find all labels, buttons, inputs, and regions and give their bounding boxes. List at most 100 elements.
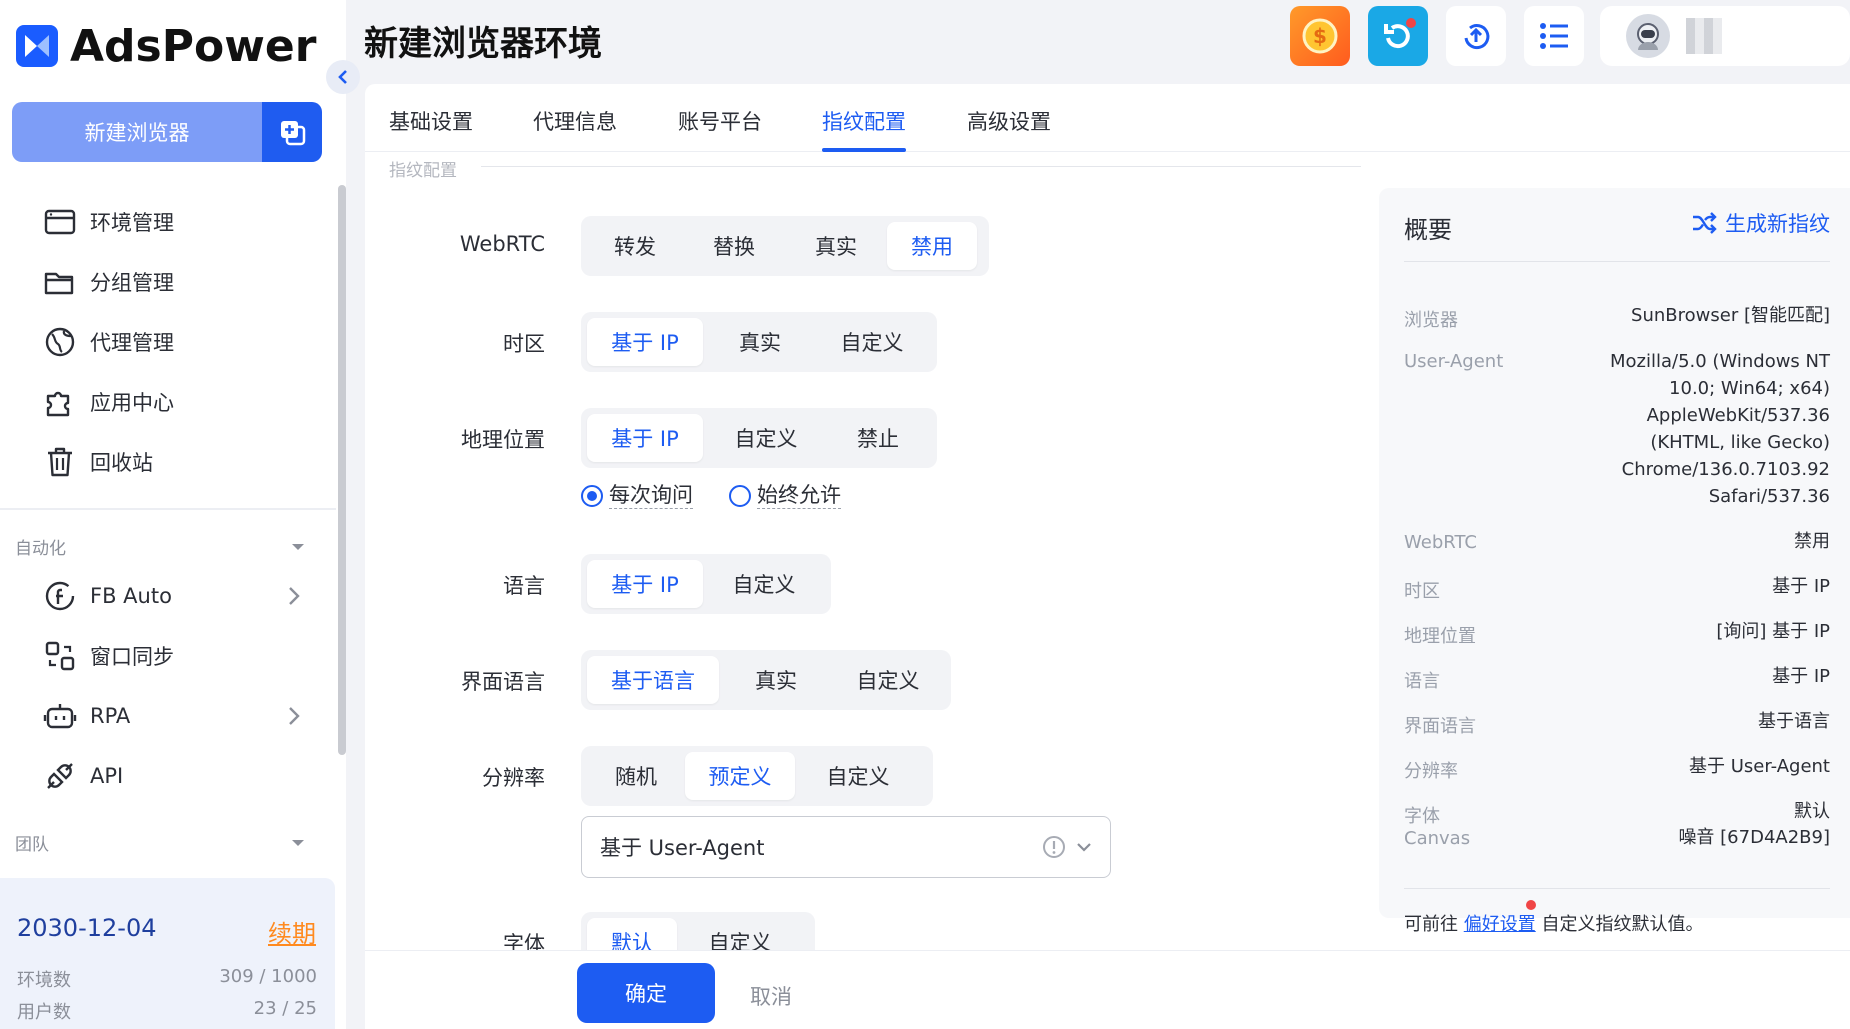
language-segmented: 基于 IP 自定义 — [581, 554, 831, 614]
globe-proxy-icon — [42, 324, 78, 360]
sidebar-item-fb-auto[interactable]: FB Auto — [42, 576, 300, 616]
ui-language-label: 界面语言 — [461, 670, 545, 694]
geolocation-option-block[interactable]: 禁止 — [829, 414, 927, 462]
sidebar-item-trash[interactable]: 回收站 — [42, 442, 153, 482]
profiles-count-row: 环境数 309 / 1000 — [17, 966, 317, 992]
resolution-option-random[interactable]: 随机 — [587, 752, 685, 800]
coin-icon: $ — [1302, 18, 1338, 54]
chevron-down-icon — [1077, 843, 1091, 852]
profiles-value: 309 / 1000 — [219, 966, 317, 987]
section-label: 指纹配置 — [389, 161, 457, 181]
tab-basic-settings[interactable]: 基础设置 — [389, 106, 473, 136]
overview-key-user-agent: User-Agent — [1404, 351, 1504, 372]
updates-button[interactable] — [1368, 6, 1428, 66]
chevron-left-icon — [338, 70, 347, 84]
tab-fingerprint[interactable]: 指纹配置 — [822, 106, 906, 136]
team-section-header[interactable]: 团队 — [15, 830, 305, 855]
radio-selected-icon — [581, 484, 603, 507]
timezone-option-real[interactable]: 真实 — [703, 318, 817, 366]
task-list-button[interactable] — [1524, 6, 1584, 66]
users-count-row: 用户数 23 / 25 — [17, 998, 317, 1024]
automation-section-header[interactable]: 自动化 — [15, 534, 305, 559]
cancel-button[interactable]: 取消 — [750, 981, 792, 1011]
astronaut-avatar-icon — [1637, 23, 1659, 50]
language-option-custom[interactable]: 自定义 — [703, 560, 825, 608]
ui-language-option-real[interactable]: 真实 — [719, 656, 833, 704]
new-browser-button[interactable]: 新建浏览器 — [12, 102, 262, 162]
brand-logo[interactable]: AdsPower — [16, 20, 317, 72]
timezone-option-custom[interactable]: 自定义 — [817, 318, 927, 366]
profiles-label: 环境数 — [17, 970, 71, 991]
avatar — [1626, 14, 1670, 58]
sidebar-item-window-sync[interactable]: 窗口同步 — [42, 636, 174, 676]
sidebar-item-label: 分组管理 — [90, 271, 174, 295]
ui-language-option-custom[interactable]: 自定义 — [833, 656, 943, 704]
main-panel: 基础设置 代理信息 账号平台 指纹配置 高级设置 指纹配置 WebRTC 转发 … — [365, 84, 1850, 1029]
sidebar-item-label: 窗口同步 — [90, 645, 174, 669]
sidebar: AdsPower 新建浏览器 环境管理 分组管理 代理管理 应用中心 回收站 自… — [0, 0, 346, 1029]
radio-unselected-icon — [729, 484, 751, 507]
notification-dot — [1526, 900, 1536, 910]
sidebar-item-label: 代理管理 — [90, 331, 174, 355]
svg-text:$: $ — [1313, 24, 1327, 48]
add-copy-icon — [281, 121, 306, 146]
overview-value-browser: SunBrowser [智能匹配] — [1631, 305, 1830, 326]
tab-account-platform[interactable]: 账号平台 — [678, 106, 762, 136]
overview-value-geolocation: [询问] 基于 IP — [1716, 621, 1830, 642]
geolocation-radio-allow[interactable]: 始终允许 — [729, 482, 841, 509]
automation-heading: 自动化 — [15, 539, 66, 559]
ui-language-option-by-language[interactable]: 基于语言 — [587, 656, 719, 704]
sidebar-item-groups[interactable]: 分组管理 — [42, 262, 174, 302]
webrtc-option-forward[interactable]: 转发 — [587, 222, 683, 270]
overview-key-webrtc: WebRTC — [1404, 532, 1477, 553]
cloud-upload-icon — [1464, 24, 1490, 50]
tab-proxy-info[interactable]: 代理信息 — [533, 106, 617, 136]
facebook-icon — [42, 578, 78, 614]
geolocation-option-ip[interactable]: 基于 IP — [587, 414, 703, 462]
overview-title: 概要 — [1404, 216, 1452, 244]
geolocation-option-custom[interactable]: 自定义 — [703, 414, 829, 462]
sidebar-item-label: 应用中心 — [90, 391, 174, 415]
resolution-option-custom[interactable]: 自定义 — [795, 752, 921, 800]
new-browser-plus-button[interactable] — [262, 102, 322, 162]
sidebar-item-rpa[interactable]: RPA — [42, 696, 300, 736]
chevron-right-icon — [289, 587, 300, 605]
resolution-select[interactable]: 基于 User-Agent — [581, 816, 1111, 878]
overview-key-canvas: Canvas — [1404, 828, 1471, 849]
sidebar-item-proxies[interactable]: 代理管理 — [42, 322, 174, 362]
overview-panel: 概要 生成新指纹 浏览器 SunBrowser [智能匹配] User-Agen… — [1379, 188, 1850, 935]
adspower-logo-icon — [16, 25, 58, 67]
sidebar-item-api[interactable]: API — [42, 756, 123, 796]
sidebar-scrollbar[interactable] — [338, 185, 346, 755]
brand-name: AdsPower — [70, 20, 317, 72]
robot-icon — [42, 698, 78, 734]
geolocation-radio-ask[interactable]: 每次询问 — [581, 482, 693, 509]
refresh-notify-icon — [1384, 18, 1416, 49]
overview-divider — [1404, 888, 1830, 889]
overview-value-canvas: 噪音 [67D4A2B9] — [1678, 827, 1830, 848]
sidebar-item-profiles[interactable]: 环境管理 — [42, 202, 174, 242]
sidebar-divider — [0, 508, 336, 510]
renew-link[interactable]: 续期 — [268, 914, 316, 949]
resolution-option-predefined[interactable]: 预定义 — [685, 752, 795, 800]
sync-upload-button[interactable] — [1446, 6, 1506, 66]
sidebar-item-app-center[interactable]: 应用中心 — [42, 382, 174, 422]
geolocation-segmented: 基于 IP 自定义 禁止 — [581, 408, 937, 468]
preferences-link[interactable]: 偏好设置 — [1464, 914, 1536, 935]
webrtc-option-real[interactable]: 真实 — [785, 222, 887, 270]
collapse-sidebar-button[interactable] — [326, 60, 360, 94]
section-divider — [481, 166, 1361, 167]
language-option-ip[interactable]: 基于 IP — [587, 560, 703, 608]
overview-value-language: 基于 IP — [1772, 666, 1830, 687]
user-profile-chip[interactable] — [1600, 6, 1850, 66]
overview-value-timezone: 基于 IP — [1772, 576, 1830, 597]
webrtc-option-replace[interactable]: 替换 — [683, 222, 785, 270]
chevron-right-icon — [289, 707, 300, 725]
webrtc-option-disable[interactable]: 禁用 — [887, 222, 977, 270]
tab-advanced-settings[interactable]: 高级设置 — [967, 106, 1051, 136]
coins-button[interactable]: $ — [1290, 6, 1350, 66]
confirm-button[interactable]: 确定 — [577, 963, 715, 1023]
resolution-label: 分辨率 — [482, 766, 545, 790]
timezone-option-ip[interactable]: 基于 IP — [587, 318, 703, 366]
generate-fingerprint-button[interactable]: 生成新指纹 — [1691, 208, 1830, 238]
